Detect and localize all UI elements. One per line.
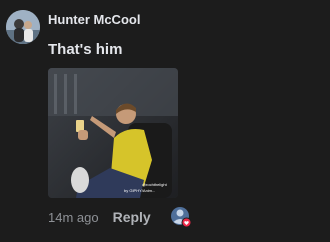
reaction-avatar[interactable] (170, 206, 192, 228)
gif-watermark-line1: @rochthelight (142, 182, 168, 187)
comment-gif[interactable]: @rochthelight by GIPHY/Anim... (48, 68, 178, 198)
reply-button[interactable]: Reply (113, 209, 151, 225)
comment-timestamp[interactable]: 14m ago (48, 210, 99, 225)
comment: Hunter McCool That's him @rochthelight b… (0, 0, 330, 242)
comment-text: That's him (48, 41, 123, 58)
gif-watermark-line2: by GIPHY/Anim... (124, 188, 155, 193)
gif-image: @rochthelight by GIPHY/Anim... (48, 68, 178, 198)
author-avatar[interactable] (6, 10, 40, 44)
comment-meta: 14m ago Reply (48, 208, 151, 226)
author-name[interactable]: Hunter McCool (48, 12, 140, 27)
user-avatar-icon (6, 10, 40, 44)
reactor-avatar-with-love-badge-icon (171, 207, 192, 228)
